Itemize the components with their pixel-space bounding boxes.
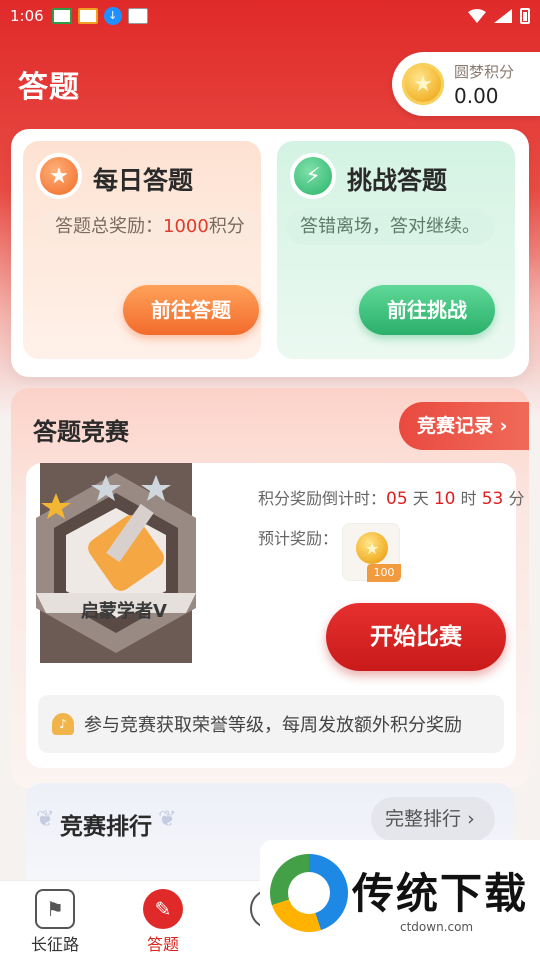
coin-icon: ★ [402, 63, 444, 105]
chevron-right-icon: › [467, 808, 475, 830]
badge-label: 启蒙学者V [81, 601, 167, 622]
countdown-label: 积分奖励倒计时： [258, 489, 387, 508]
full-ranking-label: 完整排行 [385, 808, 462, 830]
full-ranking-button[interactable]: 完整排行 › [371, 797, 495, 841]
points-label: 圆梦积分 [454, 62, 515, 81]
app-notification-icon [77, 8, 98, 24]
record-label: 竞赛记录 [417, 415, 494, 437]
countdown-days: 05 [386, 489, 408, 509]
app-notification-icon [127, 8, 148, 24]
challenge-quiz-box: ⚡ 挑战答题 答错离场，答对继续。 前往挑战 [277, 141, 515, 359]
days-unit: 天 [412, 489, 429, 508]
status-bar: 1:06 ↓ [0, 0, 540, 32]
bell-icon: ♪ [52, 713, 74, 735]
watermark-logo-icon [270, 854, 348, 932]
medal-icon: ★ [36, 153, 82, 199]
coin-icon: ★ [356, 532, 388, 564]
go-daily-quiz-button[interactable]: 前往答题 [123, 285, 259, 335]
reward-amount: 1000 [163, 216, 209, 237]
daily-quiz-reward: 答题总奖励：1000积分 [41, 209, 259, 245]
watermark: 传统下载 ctdown.com [260, 840, 540, 960]
rank-badge-icon [36, 463, 196, 663]
nav-label: 答题 [146, 935, 179, 954]
nav-label: 长征路 [30, 935, 79, 954]
competition-panel: 启蒙学者V 积分奖励倒计时：05 天 10 时 53 分 预计奖励： ★ 100… [26, 463, 524, 768]
laurel-left-icon: ❦ [36, 807, 55, 832]
watermark-url: ctdown.com [400, 920, 474, 934]
go-challenge-button[interactable]: 前往挑战 [359, 285, 495, 335]
alarm-clock-icon: ⚡ [290, 153, 336, 199]
page-title: 答题 [18, 70, 80, 105]
challenge-quiz-title: 挑战答题 [347, 166, 448, 195]
battery-icon [520, 8, 530, 24]
competition-record-button[interactable]: 竞赛记录 › [399, 402, 529, 450]
points-pill[interactable]: ★ 圆梦积分 0.00 [392, 52, 540, 116]
points-value: 0.00 [454, 83, 499, 108]
notice-text: 参与竞赛获取荣誉等级，每周发放额外积分奖励 [84, 715, 462, 736]
challenge-quiz-subtitle: 答错离场，答对继续。 [286, 209, 494, 245]
competition-title: 答题竞赛 [33, 418, 129, 446]
nav-item-quiz[interactable]: ✎ 答题 [108, 881, 218, 960]
ranking-title: 竞赛排行 [60, 814, 152, 840]
download-notification-icon: ↓ [103, 7, 122, 25]
quiz-icon: ✎ [143, 889, 183, 929]
competition-card: 答题竞赛 竞赛记录 › 启蒙学者V 积分奖励倒计时：05 天 10 时 53 分… [11, 388, 529, 788]
predicted-reward-label: 预计奖励： [258, 529, 339, 548]
start-competition-button[interactable]: 开始比赛 [326, 603, 506, 671]
nav-item-long-march[interactable]: ⚑ 长征路 [0, 881, 110, 960]
daily-quiz-title: 每日答题 [93, 166, 194, 195]
hours-unit: 时 [460, 489, 477, 508]
watermark-text: 传统下载 [352, 869, 529, 918]
minutes-unit: 分 [508, 489, 525, 508]
reward-countdown: 积分奖励倒计时：05 天 10 时 53 分 [258, 485, 524, 509]
laurel-right-icon: ❦ [158, 807, 177, 832]
app-notification-icon [51, 8, 72, 24]
countdown-hours: 10 [433, 489, 456, 509]
countdown-minutes: 53 [481, 489, 504, 509]
reward-item: ★ 100 [342, 523, 401, 582]
competition-notice: ♪ 参与竞赛获取荣誉等级，每周发放额外积分奖励 [38, 695, 504, 753]
long-march-icon: ⚑ [35, 889, 75, 929]
status-time: 1:06 [10, 7, 44, 25]
quiz-entry-card: ★ 每日答题 答题总奖励：1000积分 前往答题 ⚡ 挑战答题 答错离场，答对继… [11, 129, 529, 377]
reward-quantity: 100 [367, 564, 401, 582]
reward-prefix: 答题总奖励： [55, 216, 163, 237]
daily-quiz-box: ★ 每日答题 答题总奖励：1000积分 前往答题 [23, 141, 261, 359]
signal-icon [494, 9, 512, 23]
wifi-icon [468, 9, 486, 23]
reward-suffix: 积分 [208, 216, 245, 237]
chevron-right-icon: › [499, 415, 508, 437]
